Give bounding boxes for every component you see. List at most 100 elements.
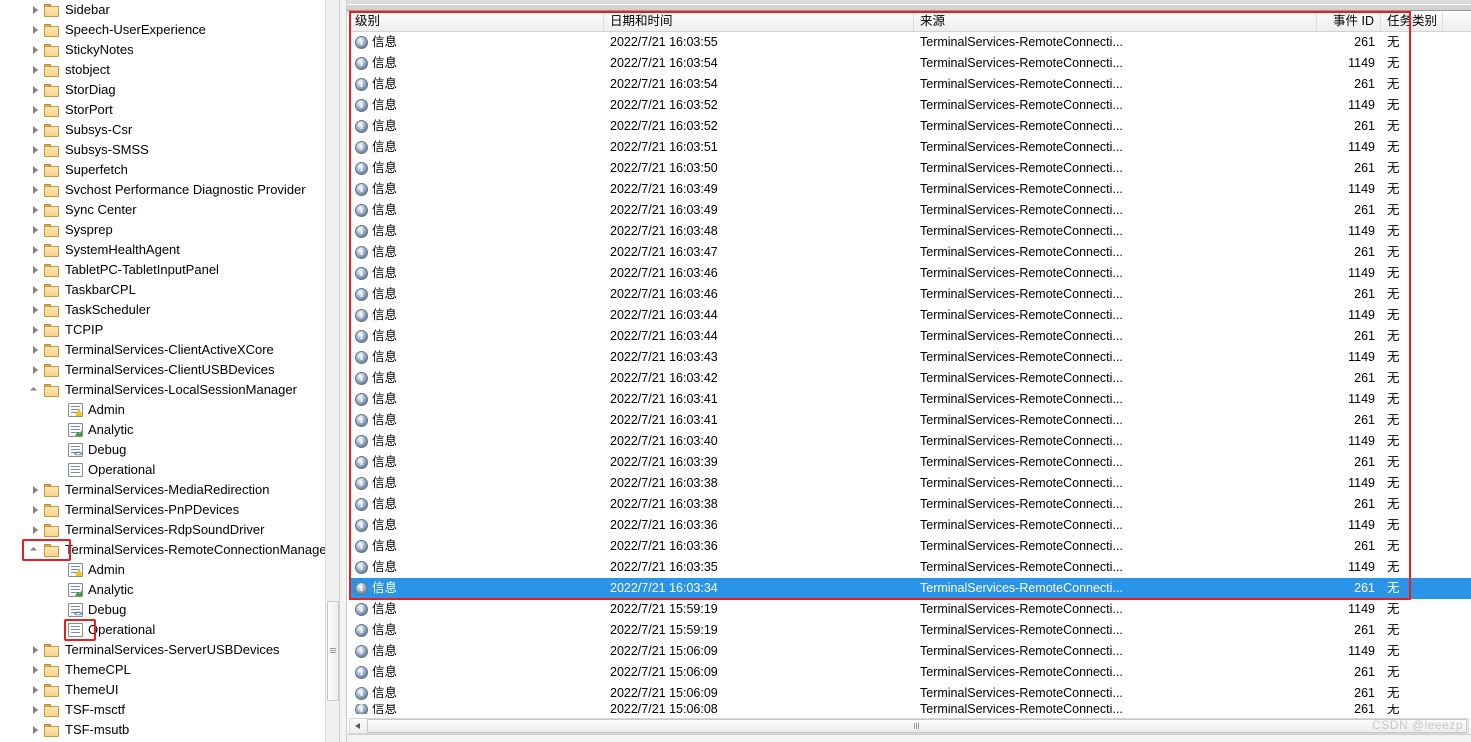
- tree-item-stordiag[interactable]: StorDiag: [0, 80, 325, 100]
- chevron-right-icon[interactable]: [30, 105, 41, 116]
- table-row[interactable]: 信息 2022/7/21 16:03:54 TerminalServices-Rem…: [349, 74, 1471, 95]
- table-row[interactable]: 信息 2022/7/21 15:06:09 TerminalServices-Rem…: [349, 683, 1471, 704]
- event-grid-header[interactable]: 级别 日期和时间 来源 事件 ID 任务类别: [349, 12, 1471, 32]
- tree-item-superfetch[interactable]: Superfetch: [0, 160, 325, 180]
- event-log-tree[interactable]: Sidebar Speech-UserExperience StickyNotes s…: [0, 0, 325, 742]
- tree-item-speech-userexperience[interactable]: Speech-UserExperience: [0, 20, 325, 40]
- tree-item-terminalservices-remoteconnectionmanager[interactable]: TerminalServices-RemoteConnectionManager: [0, 540, 325, 560]
- pane-splitter[interactable]: [339, 0, 347, 742]
- table-row[interactable]: 信息 2022/7/21 16:03:42 TerminalServices-Rem…: [349, 368, 1471, 389]
- chevron-right-icon[interactable]: [30, 685, 41, 696]
- chevron-right-icon[interactable]: [30, 65, 41, 76]
- chevron-right-icon[interactable]: [30, 245, 41, 256]
- tree-item-sync-center[interactable]: Sync Center: [0, 200, 325, 220]
- chevron-right-icon[interactable]: [30, 205, 41, 216]
- chevron-right-icon[interactable]: [30, 365, 41, 376]
- tree-item-terminalservices-localsessionmanager[interactable]: TerminalServices-LocalSessionManager: [0, 380, 325, 400]
- tree-item-admin[interactable]: Admin: [0, 400, 325, 420]
- column-header-2[interactable]: 来源: [914, 12, 1317, 31]
- chevron-right-icon[interactable]: [30, 505, 41, 516]
- table-row[interactable]: 信息 2022/7/21 16:03:46 TerminalServices-Rem…: [349, 284, 1471, 305]
- table-row[interactable]: 信息 2022/7/21 16:03:49 TerminalServices-Rem…: [349, 179, 1471, 200]
- table-row[interactable]: 信息 2022/7/21 15:06:09 TerminalServices-Rem…: [349, 641, 1471, 662]
- scroll-left-arrow-icon[interactable]: [350, 719, 366, 733]
- table-row[interactable]: 信息 2022/7/21 16:03:50 TerminalServices-Rem…: [349, 158, 1471, 179]
- tree-item-admin[interactable]: Admin: [0, 560, 325, 580]
- table-row[interactable]: 信息 2022/7/21 16:03:55 TerminalServices-Rem…: [349, 32, 1471, 53]
- chevron-right-icon[interactable]: [30, 485, 41, 496]
- chevron-right-icon[interactable]: [30, 705, 41, 716]
- chevron-right-icon[interactable]: [30, 645, 41, 656]
- table-row[interactable]: 信息 2022/7/21 16:03:44 TerminalServices-Rem…: [349, 326, 1471, 347]
- tree-item-taskbarcpl[interactable]: TaskbarCPL: [0, 280, 325, 300]
- tree-item-terminalservices-pnpdevices[interactable]: TerminalServices-PnPDevices: [0, 500, 325, 520]
- table-row[interactable]: 信息 2022/7/21 16:03:35 TerminalServices-Rem…: [349, 557, 1471, 578]
- tree-item-analytic[interactable]: Analytic: [0, 420, 325, 440]
- table-row[interactable]: 信息 2022/7/21 15:59:19 TerminalServices-Rem…: [349, 599, 1471, 620]
- chevron-right-icon[interactable]: [30, 25, 41, 36]
- chevron-right-icon[interactable]: [30, 525, 41, 536]
- tree-item-analytic[interactable]: Analytic: [0, 580, 325, 600]
- tree-item-sysprep[interactable]: Sysprep: [0, 220, 325, 240]
- tree-item-tabletpc-tabletinputpanel[interactable]: TabletPC-TabletInputPanel: [0, 260, 325, 280]
- chevron-right-icon[interactable]: [30, 185, 41, 196]
- chevron-right-icon[interactable]: [30, 225, 41, 236]
- tree-item-terminalservices-clientusbdevices[interactable]: TerminalServices-ClientUSBDevices: [0, 360, 325, 380]
- table-row[interactable]: 信息 2022/7/21 16:03:54 TerminalServices-Rem…: [349, 53, 1471, 74]
- table-row[interactable]: 信息 2022/7/21 16:03:39 TerminalServices-Rem…: [349, 452, 1471, 473]
- tree-item-stobject[interactable]: stobject: [0, 60, 325, 80]
- tree-item-themeui[interactable]: ThemeUI: [0, 680, 325, 700]
- chevron-right-icon[interactable]: [30, 5, 41, 16]
- table-row[interactable]: 信息 2022/7/21 15:59:19 TerminalServices-Rem…: [349, 620, 1471, 641]
- tree-item-taskscheduler[interactable]: TaskScheduler: [0, 300, 325, 320]
- chevron-right-icon[interactable]: [30, 125, 41, 136]
- tree-item-terminalservices-rdpsounddriver[interactable]: TerminalServices-RdpSoundDriver: [0, 520, 325, 540]
- tree-item-subsys-csr[interactable]: Subsys-Csr: [0, 120, 325, 140]
- chevron-right-icon[interactable]: [30, 285, 41, 296]
- chevron-right-icon[interactable]: [30, 665, 41, 676]
- table-row[interactable]: 信息 2022/7/21 16:03:41 TerminalServices-Rem…: [349, 389, 1471, 410]
- table-row[interactable]: 信息 2022/7/21 16:03:36 TerminalServices-Rem…: [349, 536, 1471, 557]
- table-row[interactable]: 信息 2022/7/21 16:03:38 TerminalServices-Rem…: [349, 494, 1471, 515]
- table-row[interactable]: 信息 2022/7/21 16:03:38 TerminalServices-Rem…: [349, 473, 1471, 494]
- chevron-down-icon[interactable]: [30, 545, 41, 556]
- tree-item-stickynotes[interactable]: StickyNotes: [0, 40, 325, 60]
- table-row[interactable]: 信息 2022/7/21 16:03:41 TerminalServices-Rem…: [349, 410, 1471, 431]
- chevron-right-icon[interactable]: [30, 325, 41, 336]
- chevron-right-icon[interactable]: [30, 725, 41, 736]
- tree-item-svchost-performance-diagnostic-provider[interactable]: Svchost Performance Diagnostic Provider: [0, 180, 325, 200]
- table-row[interactable]: 信息 2022/7/21 16:03:40 TerminalServices-Rem…: [349, 431, 1471, 452]
- table-row[interactable]: 信息 2022/7/21 16:03:36 TerminalServices-Rem…: [349, 515, 1471, 536]
- chevron-right-icon[interactable]: [30, 85, 41, 96]
- table-row[interactable]: 信息 2022/7/21 15:06:08 TerminalServices-Rem…: [349, 704, 1471, 714]
- table-row[interactable]: 信息 2022/7/21 16:03:34 TerminalServices-Rem…: [349, 578, 1471, 599]
- chevron-right-icon[interactable]: [30, 265, 41, 276]
- table-row[interactable]: 信息 2022/7/21 16:03:46 TerminalServices-Rem…: [349, 263, 1471, 284]
- tree-item-debug[interactable]: Debug: [0, 440, 325, 465]
- tree-item-debug[interactable]: Debug: [0, 600, 325, 625]
- tree-item-terminalservices-mediaredirection[interactable]: TerminalServices-MediaRedirection: [0, 480, 325, 500]
- chevron-right-icon[interactable]: [30, 145, 41, 156]
- chevron-right-icon[interactable]: [30, 345, 41, 356]
- chevron-right-icon[interactable]: [30, 165, 41, 176]
- grid-horizontal-scrollbar[interactable]: [349, 718, 1469, 734]
- table-row[interactable]: 信息 2022/7/21 16:03:49 TerminalServices-Rem…: [349, 200, 1471, 221]
- table-row[interactable]: 信息 2022/7/21 15:06:09 TerminalServices-Rem…: [349, 662, 1471, 683]
- tree-item-storport[interactable]: StorPort: [0, 100, 325, 120]
- chevron-right-icon[interactable]: [30, 45, 41, 56]
- tree-vertical-scrollbar[interactable]: [325, 0, 339, 742]
- column-header-1[interactable]: 日期和时间: [604, 12, 914, 31]
- tree-item-tsf-msctf[interactable]: TSF-msctf: [0, 700, 325, 720]
- table-row[interactable]: 信息 2022/7/21 16:03:51 TerminalServices-Rem…: [349, 137, 1471, 158]
- tree-item-themecpl[interactable]: ThemeCPL: [0, 660, 325, 680]
- table-row[interactable]: 信息 2022/7/21 16:03:43 TerminalServices-Rem…: [349, 347, 1471, 368]
- column-header-3[interactable]: 事件 ID: [1317, 12, 1381, 31]
- tree-item-operational[interactable]: Operational: [0, 460, 325, 480]
- tree-item-operational[interactable]: Operational: [0, 620, 325, 640]
- tree-item-systemhealthagent[interactable]: SystemHealthAgent: [0, 240, 325, 260]
- chevron-down-icon[interactable]: [30, 385, 41, 396]
- chevron-right-icon[interactable]: [30, 305, 41, 316]
- table-row[interactable]: 信息 2022/7/21 16:03:47 TerminalServices-Rem…: [349, 242, 1471, 263]
- tree-item-terminalservices-serverusbdevices[interactable]: TerminalServices-ServerUSBDevices: [0, 640, 325, 660]
- event-grid-rows[interactable]: 信息 2022/7/21 16:03:55 TerminalServices-Rem…: [349, 32, 1471, 714]
